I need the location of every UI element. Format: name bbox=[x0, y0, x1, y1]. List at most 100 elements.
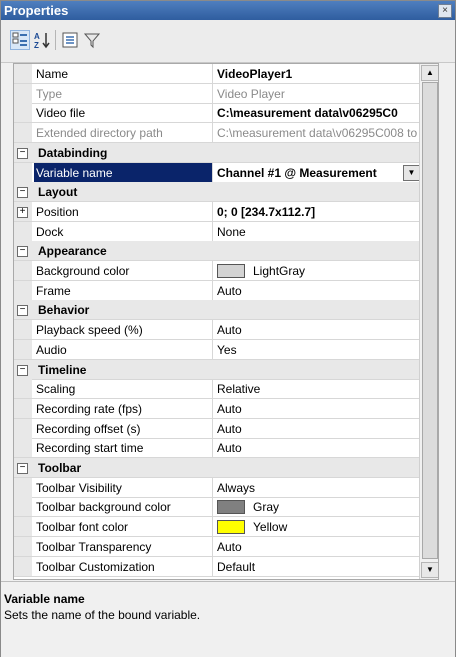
property-label: Recording offset (s) bbox=[36, 421, 141, 436]
property-label: Toolbar Transparency bbox=[36, 539, 152, 554]
row-gutter bbox=[14, 162, 32, 182]
property-label: Playback speed (%) bbox=[36, 323, 143, 338]
categorized-button[interactable] bbox=[10, 30, 30, 50]
property-grid: Name VideoPlayer1 Type Video Player Video fi… bbox=[13, 63, 439, 580]
property-row[interactable]: Playback speed (%) Auto bbox=[14, 320, 438, 341]
scroll-thumb[interactable] bbox=[422, 82, 438, 559]
category-row[interactable]: − Layout bbox=[14, 182, 438, 203]
property-value[interactable]: Relative bbox=[212, 379, 422, 399]
property-row[interactable]: Recording rate (fps) Auto bbox=[14, 398, 438, 419]
category-row[interactable]: − Databinding bbox=[14, 142, 438, 163]
property-value[interactable]: Auto bbox=[212, 536, 422, 556]
property-row[interactable]: Extended directory path C:\measurement da… bbox=[14, 123, 438, 144]
category-label: Timeline bbox=[38, 362, 87, 377]
title-bar: Properties × bbox=[1, 1, 455, 20]
property-value[interactable]: None bbox=[212, 221, 422, 241]
property-row[interactable]: Recording start time Auto bbox=[14, 438, 438, 459]
property-value[interactable]: Auto bbox=[212, 438, 422, 458]
category-row[interactable]: − Toolbar bbox=[14, 458, 438, 478]
close-button[interactable]: × bbox=[438, 4, 452, 18]
property-row[interactable]: Video file C:\measurement data\v06295C0 bbox=[14, 103, 438, 124]
row-gutter bbox=[14, 339, 32, 359]
property-value[interactable]: Yellow bbox=[212, 517, 422, 537]
property-value[interactable]: Gray bbox=[212, 497, 422, 517]
property-row[interactable]: Toolbar Visibility Always bbox=[14, 477, 438, 498]
category-row[interactable]: − Timeline bbox=[14, 359, 438, 380]
property-value[interactable]: VideoPlayer1 bbox=[212, 64, 422, 83]
property-label: Scaling bbox=[36, 382, 76, 397]
property-value-text: Channel #1 @ Measurement bbox=[217, 165, 377, 180]
property-row[interactable]: Toolbar Customization Default bbox=[14, 556, 438, 577]
property-row[interactable]: Background color LightGray bbox=[14, 261, 438, 281]
row-gutter bbox=[14, 477, 32, 497]
properties-window: Properties × A Z Name VideoPlayer1 Type … bbox=[0, 0, 456, 657]
alphabetical-button[interactable]: A Z bbox=[32, 30, 52, 50]
color-swatch bbox=[217, 500, 245, 515]
scroll-up-button[interactable]: ▲ bbox=[421, 65, 438, 81]
expand-icon[interactable]: + bbox=[17, 206, 28, 218]
color-swatch bbox=[217, 263, 245, 278]
collapse-icon[interactable]: − bbox=[17, 246, 28, 258]
property-value-text: C:\measurement data\v06295C008 to bbox=[217, 126, 418, 141]
scroll-down-button[interactable]: ▼ bbox=[421, 562, 438, 578]
filter-button[interactable] bbox=[82, 30, 102, 50]
property-pages-icon bbox=[62, 32, 78, 48]
row-gutter bbox=[14, 497, 32, 517]
property-value-text: Auto bbox=[217, 539, 242, 554]
property-value[interactable]: Always bbox=[212, 477, 422, 497]
property-row[interactable]: Type Video Player bbox=[14, 83, 438, 104]
property-label: Type bbox=[36, 86, 63, 101]
row-gutter bbox=[14, 261, 32, 280]
property-value[interactable]: Channel #1 @ Measurement ▼ bbox=[212, 162, 422, 182]
vertical-scrollbar[interactable]: ▲ ▼ bbox=[419, 64, 438, 579]
collapse-icon[interactable]: − bbox=[17, 187, 28, 199]
row-gutter bbox=[14, 536, 32, 556]
property-label: Toolbar font color bbox=[36, 520, 129, 535]
property-value[interactable]: Default bbox=[212, 556, 422, 576]
property-row[interactable]: Audio Yes bbox=[14, 339, 438, 360]
property-value[interactable]: Video Player bbox=[212, 83, 422, 103]
property-value[interactable]: C:\measurement data\v06295C008 to bbox=[212, 123, 422, 143]
property-label: Recording start time bbox=[36, 441, 144, 456]
property-value[interactable]: Auto bbox=[212, 320, 422, 340]
property-value-text: Auto bbox=[217, 441, 242, 456]
property-value[interactable]: LightGray bbox=[212, 261, 422, 280]
property-value[interactable]: C:\measurement data\v06295C0 bbox=[212, 103, 422, 123]
property-value-text: Gray bbox=[253, 500, 280, 515]
property-value[interactable]: Auto bbox=[212, 418, 422, 438]
property-value-text: Auto bbox=[217, 421, 242, 436]
property-value-text: VideoPlayer1 bbox=[217, 67, 293, 81]
property-value-text: Yellow bbox=[253, 520, 288, 535]
property-row[interactable]: Variable name Channel #1 @ Measurement ▼ bbox=[14, 162, 438, 183]
property-row[interactable]: Toolbar font color Yellow bbox=[14, 517, 438, 538]
property-label: Position bbox=[36, 204, 79, 219]
category-row[interactable]: − Appearance bbox=[14, 241, 438, 262]
property-row[interactable]: Toolbar background color Gray bbox=[14, 497, 438, 518]
property-pages-button[interactable] bbox=[60, 30, 80, 50]
property-value[interactable]: Auto bbox=[212, 398, 422, 418]
property-value[interactable]: 0; 0 [234.7x112.7] bbox=[212, 201, 422, 221]
property-row[interactable]: + Position 0; 0 [234.7x112.7] bbox=[14, 201, 438, 222]
row-gutter bbox=[14, 418, 32, 438]
collapse-icon[interactable]: − bbox=[17, 147, 28, 159]
category-label: Layout bbox=[38, 185, 78, 200]
property-label: Background color bbox=[36, 264, 130, 278]
property-row[interactable]: Toolbar Transparency Auto bbox=[14, 536, 438, 557]
property-value[interactable]: Yes bbox=[212, 339, 422, 359]
category-row[interactable]: − Behavior bbox=[14, 300, 438, 321]
property-row[interactable]: Dock None bbox=[14, 221, 438, 242]
dropdown-button[interactable]: ▼ bbox=[403, 164, 420, 181]
property-row[interactable]: Recording offset (s) Auto bbox=[14, 418, 438, 439]
property-row[interactable]: Scaling Relative bbox=[14, 379, 438, 400]
property-value-text: None bbox=[217, 224, 246, 239]
property-value-text: Default bbox=[217, 559, 256, 574]
sort-alphabetical-icon: A Z bbox=[34, 32, 50, 50]
collapse-icon[interactable]: − bbox=[17, 463, 28, 474]
category-label: Databinding bbox=[38, 145, 108, 160]
collapse-icon[interactable]: − bbox=[17, 364, 28, 376]
svg-text:A: A bbox=[34, 32, 40, 41]
property-value[interactable]: Auto bbox=[212, 280, 422, 300]
collapse-icon[interactable]: − bbox=[17, 305, 28, 317]
property-row[interactable]: Frame Auto bbox=[14, 280, 438, 301]
property-row[interactable]: Name VideoPlayer1 bbox=[14, 64, 438, 84]
